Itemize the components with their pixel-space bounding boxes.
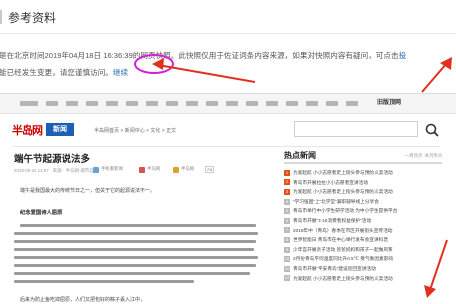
rank-badge: 2 xyxy=(284,179,290,186)
nav-item[interactable] xyxy=(206,101,218,106)
list-item[interactable]: 4 “学习强国”上“北学堂”兼职辅导线上分享会 xyxy=(284,197,444,207)
news-page-snapshot: 旧版顶网 半岛网 新闻 半岛网首页 > 新闻中心 > 文化 > 正文 端午节起源… xyxy=(0,93,456,304)
weibo-icon[interactable] xyxy=(139,167,145,173)
snapshot-header: 参考资料 xyxy=(0,0,456,34)
hot-news-panel: 热点新闻 ·一周热点 ·本月热点 1 为爱起航 小小志愿者走上街头参与预防义卖活动… xyxy=(284,150,442,282)
continue-link[interactable]: 继续 xyxy=(113,68,128,77)
divider xyxy=(12,146,440,147)
header-accent-bar xyxy=(0,10,2,24)
phone-icon[interactable] xyxy=(93,167,99,173)
share-mobile[interactable]: 手机看新闻 xyxy=(101,166,123,172)
nav-item[interactable] xyxy=(226,101,238,106)
article-text: 后来为防止鱼吃掉屈原，人们又把包好的粽子丢入江中， xyxy=(20,297,146,303)
nav-item[interactable] xyxy=(306,101,318,106)
text-line xyxy=(14,248,254,251)
text-line xyxy=(14,272,250,275)
article-body xyxy=(14,224,264,288)
list-item[interactable]: 12 为爱起航 小小志愿者走上街头参与预防义卖活动 xyxy=(284,274,444,284)
nav-item[interactable] xyxy=(346,101,358,106)
nav-item[interactable] xyxy=(286,101,298,106)
hot-news-header: 热点新闻 ·一周热点 ·本月热点 xyxy=(284,150,442,164)
list-item[interactable]: 6 青岛市开展“3·15消费者权益保护”活动 xyxy=(284,216,444,226)
text-line xyxy=(14,264,256,267)
text-line xyxy=(14,232,258,235)
share-site-2[interactable]: 半岛网 xyxy=(181,166,194,172)
list-item[interactable]: 3 为爱起航 小小志愿者走上街头参与预防义卖活动 xyxy=(284,187,444,197)
nav-old-version[interactable]: 旧版顶网 xyxy=(377,97,401,106)
share-icon[interactable] xyxy=(173,167,179,173)
notice-line-1: 是在北京时间2019年04月18日 16:36:39的网页快照。此快照仅用于佐证… xyxy=(0,51,407,60)
breadcrumb: 半岛网首页 > 新闻中心 > 文化 > 正文 xyxy=(94,128,177,134)
text-line xyxy=(14,240,256,243)
logo-text: 半岛网 xyxy=(12,124,43,137)
article-intro: 端午是我国最大的传统节日之一，但关于它的起源说法不一。 xyxy=(20,188,156,194)
text-line xyxy=(14,280,194,283)
nav-item[interactable] xyxy=(86,101,98,106)
article-subhead: 纪念爱国诗人屈原 xyxy=(20,210,63,216)
hot-news-list: 1 为爱起航 小小志愿者走上街头参与预防义卖活动 2 青岛市开展拉拉小小志愿者宣讲活… xyxy=(284,168,444,283)
list-item[interactable]: 5 青岛市举行中小学生研学活动 为中小学生提供平台 xyxy=(284,206,444,216)
rank-badge: 8 xyxy=(284,236,290,243)
rank-badge: 12 xyxy=(284,275,290,282)
search-icon[interactable] xyxy=(424,122,440,138)
rank-badge: 6 xyxy=(284,217,290,224)
rank-badge: 4 xyxy=(284,198,290,205)
nav-item[interactable] xyxy=(146,101,158,106)
nav-item[interactable] xyxy=(166,101,178,106)
search-input[interactable] xyxy=(294,121,418,137)
list-item[interactable]: 9 少年宫开展亲子活动 爸爸妈妈和孩子一起做风筝 xyxy=(284,245,444,255)
nav-item[interactable] xyxy=(186,101,198,106)
text-line xyxy=(14,256,258,259)
rank-badge: 1 xyxy=(284,169,290,176)
font-size-toggle[interactable]: Aa xyxy=(205,166,215,173)
rank-badge: 9 xyxy=(284,246,290,253)
rank-badge: 7 xyxy=(284,227,290,234)
text-line xyxy=(20,224,256,227)
rank-badge: 3 xyxy=(284,188,290,195)
site-top-nav: 旧版顶网 xyxy=(0,94,456,114)
notice-line-2: 能已经发生变更，请您谨慎访问。继续 xyxy=(0,68,129,77)
report-link[interactable]: 投 xyxy=(399,51,407,60)
share-bar: 手机看新闻 半岛网 半岛网 Aa xyxy=(93,166,261,175)
nav-item[interactable] xyxy=(266,101,278,106)
nav-item[interactable] xyxy=(106,101,118,106)
share-site-1[interactable]: 半岛网 xyxy=(147,166,160,172)
highlight-ring xyxy=(134,54,174,74)
nav-item[interactable] xyxy=(326,101,338,106)
snapshot-notice: 是在北京时间2019年04月18日 16:36:39的网页快照。此快照仅用于佐证… xyxy=(0,47,456,81)
logo-news-badge: 新闻 xyxy=(46,123,74,136)
article-title: 端午节起源说法多 xyxy=(14,154,91,165)
list-item[interactable]: 10 2月份青岛平均温度同比升0.5℃ 受气象因素影响 xyxy=(284,254,444,264)
hot-news-tabs[interactable]: ·一周热点 ·本月热点 xyxy=(404,153,442,159)
rank-badge: 5 xyxy=(284,208,290,215)
nav-item[interactable] xyxy=(20,101,38,106)
list-item[interactable]: 11 青岛市开展“平安青岛”建设巡回宣讲活动 xyxy=(284,264,444,274)
nav-item[interactable] xyxy=(126,101,138,106)
list-item[interactable]: 1 为爱起航 小小志愿者走上街头参与预防义卖活动 xyxy=(284,168,444,178)
site-logo[interactable]: 半岛网 新闻 xyxy=(12,122,76,138)
nav-item[interactable] xyxy=(246,101,258,106)
page-title: 参考资料 xyxy=(8,11,57,25)
list-item[interactable]: 2 青岛市开展拉拉小小志愿者宣讲活动 xyxy=(284,178,444,188)
rank-badge: 10 xyxy=(284,256,290,263)
article-meta: 2019-05-22 14:57 · 来源：半岛网-城市信报 xyxy=(14,168,98,173)
list-item[interactable]: 7 2019年中（青岛）春季在市区开展街头宣传活动 xyxy=(284,226,444,236)
list-item[interactable]: 8 世界智能日 青岛市在中心举行发布会宣讲科普 xyxy=(284,235,444,245)
nav-item[interactable] xyxy=(46,101,58,106)
nav-item[interactable] xyxy=(66,101,78,106)
rank-badge: 11 xyxy=(284,265,290,272)
hot-news-title: 热点新闻 xyxy=(284,151,316,160)
